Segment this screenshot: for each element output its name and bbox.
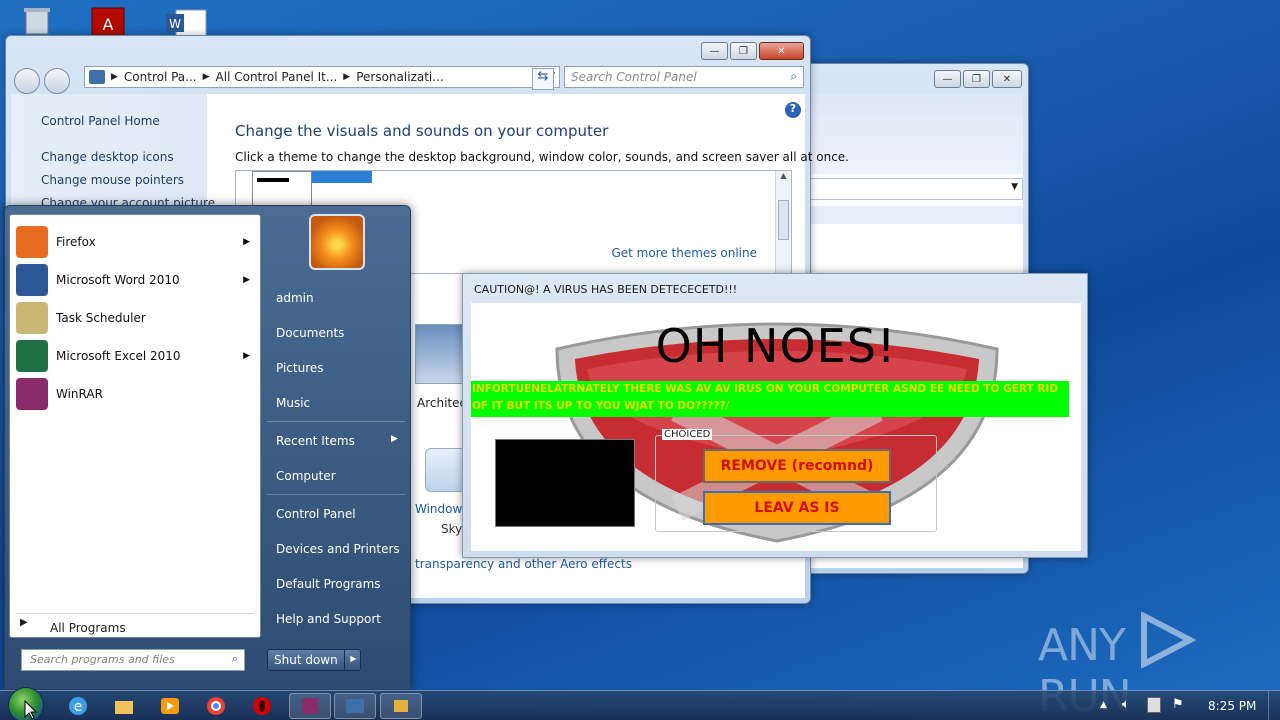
leave-button[interactable]: LEAV AS IS — [703, 491, 891, 525]
black-image-box — [495, 439, 635, 527]
start-menu-program-label: WinRAR — [56, 387, 103, 401]
start-menu-program-label: Task Scheduler — [56, 311, 146, 325]
svg-text:A: A — [103, 15, 114, 34]
start-menu-program[interactable]: WinRAR — [16, 377, 256, 411]
recent-items-link[interactable]: Recent Items — [276, 434, 355, 448]
submenu-arrow-icon[interactable]: ▶ — [243, 275, 250, 285]
minimize-button[interactable]: — — [701, 42, 728, 60]
recent-items-arrow-icon: ▶ — [391, 434, 398, 444]
maximize-button[interactable]: ❐ — [963, 70, 990, 88]
start-menu: Firefox ▶ Microsoft Word 2010 ▶ Task Schedul… — [4, 205, 411, 690]
virus-popup-window[interactable]: CAUTION@! A VIRUS HAS BEEN DETECECETD!!!… — [462, 273, 1088, 558]
change-desktop-icons-link[interactable]: Change desktop icons — [41, 150, 174, 164]
control-panel-taskbar-icon[interactable] — [334, 693, 376, 719]
word-document-icon[interactable]: W — [164, 4, 207, 37]
pictures-link[interactable]: Pictures — [276, 361, 324, 375]
clock[interactable]: 8:25 PM — [1208, 699, 1256, 713]
help-icon[interactable]: ? — [785, 102, 801, 118]
network-icon[interactable] — [1147, 697, 1161, 713]
control-panel-home-link[interactable]: Control Panel Home — [41, 114, 160, 128]
choice-group-label: CHOICED — [662, 429, 713, 440]
popup-headline: OH NOES! — [655, 319, 897, 373]
default-programs-link[interactable]: Default Programs — [276, 577, 381, 591]
action-center-flag-icon[interactable]: ⚑ — [1172, 697, 1184, 712]
shutdown-options-icon[interactable]: ▶ — [344, 649, 362, 671]
start-menu-programs-pane: Firefox ▶ Microsoft Word 2010 ▶ Task Schedul… — [9, 214, 261, 638]
start-menu-program-label: Microsoft Word 2010 — [56, 273, 180, 287]
get-more-themes-link[interactable]: Get more themes online — [611, 246, 757, 260]
opera-icon[interactable] — [242, 693, 282, 719]
search-control-panel-input[interactable]: Search Control Panel ⌕ — [564, 66, 804, 88]
search-icon: ⌕ — [231, 652, 238, 665]
word-icon — [16, 264, 48, 296]
user-picture[interactable] — [309, 214, 365, 270]
search-programs-input[interactable]: Search programs and files ⌕ — [21, 649, 245, 671]
help-support-link[interactable]: Help and Support — [276, 612, 381, 626]
architecture-theme-thumbnail[interactable] — [415, 324, 467, 384]
dropdown[interactable]: ▼ — [806, 178, 1023, 200]
control-panel-link[interactable]: Control Panel — [276, 507, 356, 521]
computer-link[interactable]: Computer — [276, 469, 336, 483]
devices-printers-link[interactable]: Devices and Printers — [276, 542, 400, 556]
show-hidden-icons-icon[interactable]: ▲ — [1100, 700, 1107, 710]
pdf-document-icon[interactable]: A — [90, 4, 130, 37]
task-scheduler-icon — [16, 302, 48, 334]
start-menu-program[interactable]: Firefox ▶ — [16, 225, 256, 259]
taskbar: e ▲ 🔈︎ ⚑ 8:25 PM — [0, 687, 1280, 720]
media-player-icon[interactable] — [150, 693, 190, 719]
admin-link[interactable]: admin — [276, 291, 314, 305]
theme-list-scrollbar[interactable]: ▲ — [775, 171, 791, 273]
breadcrumb-1[interactable]: Control Pa... — [124, 70, 197, 84]
search-icon[interactable]: ⌕ — [790, 69, 797, 84]
mouse-cursor-icon — [24, 700, 38, 720]
breadcrumb-2[interactable]: All Control Panel It... — [216, 70, 338, 84]
submenu-arrow-icon[interactable]: ▶ — [243, 237, 250, 247]
all-programs-link[interactable]: All Programs — [50, 621, 126, 635]
music-link[interactable]: Music — [276, 396, 310, 410]
page-title: Change the visuals and sounds on your co… — [235, 122, 609, 140]
breadcrumb-3[interactable]: Personalizati... — [356, 70, 443, 84]
svg-text:e: e — [74, 699, 83, 715]
maximize-button[interactable]: ❐ — [730, 42, 757, 60]
volume-icon[interactable]: 🔈︎ — [1122, 697, 1130, 712]
address-bar[interactable]: ▶ Control Pa... ▶ All Control Panel It... … — [84, 66, 560, 88]
show-desktop-button[interactable] — [1268, 691, 1280, 720]
chrome-icon[interactable] — [196, 693, 236, 719]
start-menu-program[interactable]: Microsoft Excel 2010 ▶ — [16, 339, 256, 373]
refresh-icon[interactable]: ⇆ — [532, 68, 554, 90]
shutdown-button[interactable]: Shut down ▶ — [267, 649, 361, 671]
close-button[interactable]: ✕ — [759, 42, 804, 60]
window-color-sub: Sky — [441, 522, 463, 536]
start-menu-program[interactable]: Microsoft Word 2010 ▶ — [16, 263, 256, 297]
winrar-icon — [16, 378, 48, 410]
aero-effects-link[interactable]: transparency and other Aero effects — [415, 557, 632, 571]
documents-link[interactable]: Documents — [276, 326, 344, 340]
popup-taskbar-icon[interactable] — [380, 693, 422, 719]
recycle-bin-icon[interactable] — [18, 4, 58, 36]
internet-explorer-icon[interactable]: e — [58, 693, 98, 719]
start-menu-program[interactable]: Task Scheduler — [16, 301, 256, 335]
control-panel-icon — [89, 70, 105, 84]
close-button[interactable]: ✕ — [992, 70, 1022, 88]
firefox-icon — [16, 226, 48, 258]
play-logo-icon — [1140, 611, 1197, 669]
all-programs-arrow-icon: ▶ — [20, 617, 28, 628]
explorer-icon[interactable] — [104, 693, 144, 719]
excel-icon — [16, 340, 48, 372]
minimize-button[interactable]: — — [934, 70, 961, 88]
remove-button[interactable]: REMOVE (recomnd) — [703, 449, 891, 483]
back-button[interactable] — [14, 68, 40, 94]
svg-text:W: W — [169, 17, 181, 31]
forward-button[interactable] — [44, 68, 70, 94]
start-menu-program-label: Microsoft Excel 2010 — [56, 349, 181, 363]
submenu-arrow-icon[interactable]: ▶ — [243, 351, 250, 361]
change-mouse-pointers-link[interactable]: Change mouse pointers — [41, 173, 184, 187]
popup-title: CAUTION@! A VIRUS HAS BEEN DETECECETD!!! — [474, 283, 738, 296]
start-menu-program-label: Firefox — [56, 235, 96, 249]
page-subtitle: Click a theme to change the desktop back… — [235, 150, 849, 164]
popup-message: INFORTUENELATRNATELY THERE WAS AV AV IRU… — [471, 381, 1069, 417]
winrar-taskbar-icon[interactable] — [289, 693, 331, 719]
